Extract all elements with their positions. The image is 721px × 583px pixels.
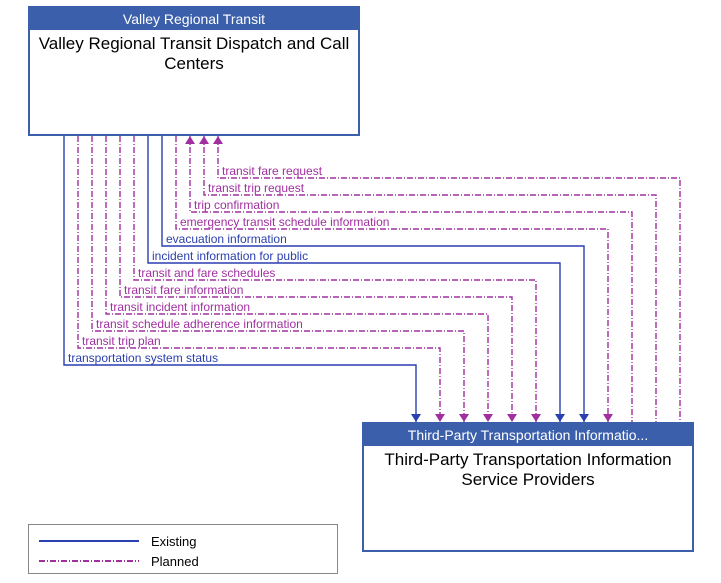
flow-label: trip confirmation	[194, 199, 279, 211]
flow-label: transit trip request	[208, 182, 304, 194]
flow-label: transit fare information	[124, 284, 243, 296]
flow-label: transit incident information	[110, 301, 250, 313]
node-header: Valley Regional Transit	[30, 8, 358, 30]
flow-label: incident information for public	[152, 250, 308, 262]
flow-line	[218, 136, 680, 422]
legend-label-planned: Planned	[151, 554, 199, 569]
node-header: Third-Party Transportation Informatio...	[364, 424, 692, 446]
flow-label: transit trip plan	[82, 335, 161, 347]
legend-row-planned: Planned	[39, 551, 327, 571]
flow-label: transportation system status	[68, 352, 218, 364]
node-valley-regional-transit[interactable]: Valley Regional Transit Valley Regional …	[28, 6, 360, 136]
legend-row-existing: Existing	[39, 531, 327, 551]
flow-label: transit fare request	[222, 165, 322, 177]
flow-label: evacuation information	[166, 233, 287, 245]
legend-label-existing: Existing	[151, 534, 197, 549]
node-body: Third-Party Transportation Information S…	[364, 446, 692, 493]
flow-label: transit schedule adherence information	[96, 318, 303, 330]
flow-label: transit and fare schedules	[138, 267, 275, 279]
legend: Existing Planned	[28, 524, 338, 574]
flow-label: emergency transit schedule information	[180, 216, 389, 228]
legend-line-planned	[39, 560, 139, 562]
node-body: Valley Regional Transit Dispatch and Cal…	[30, 30, 358, 77]
legend-line-existing	[39, 540, 139, 542]
node-third-party-providers[interactable]: Third-Party Transportation Informatio...…	[362, 422, 694, 552]
